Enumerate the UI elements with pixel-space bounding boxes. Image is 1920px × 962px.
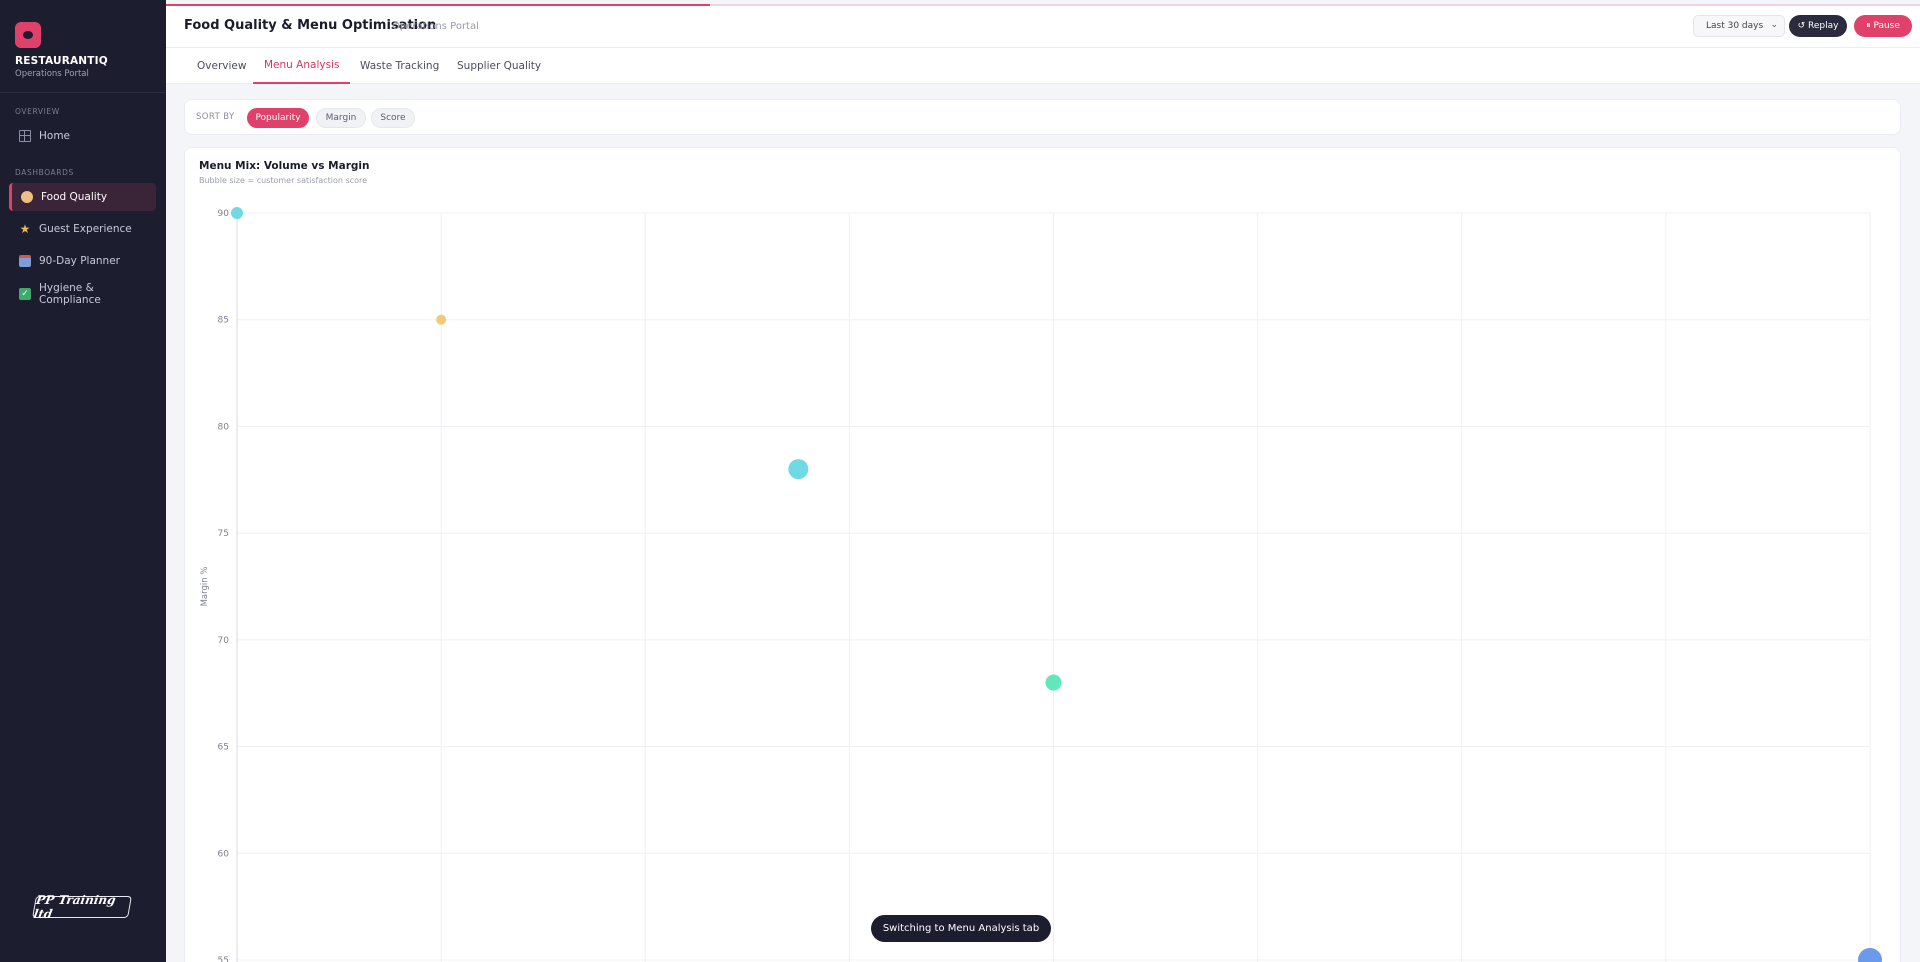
scatter-point (788, 459, 809, 480)
top-bar: Food Quality & Menu Optimisation Operati… (166, 6, 1920, 48)
sidebar-item-label: Home (39, 130, 71, 142)
date-range-select[interactable]: Last 30 days ⌄ (1693, 15, 1785, 37)
sort-score-button[interactable]: Score (371, 108, 415, 128)
sidebar: RESTAURANTIQ Operations Portal OVERVIEW … (0, 0, 166, 962)
sidebar-divider (0, 92, 166, 93)
pause-button[interactable]: ⏸ Pause (1854, 15, 1912, 37)
y-tick-label: 85 (218, 316, 229, 326)
sidebar-item-food-quality[interactable]: Food Quality (9, 183, 156, 211)
brand-name: RESTAURANTIQ (15, 55, 108, 67)
sidebar-item-hygiene-compliance[interactable]: ✓ Hygiene & Compliance (9, 280, 156, 308)
y-tick-label: 75 (218, 529, 229, 539)
y-tick-label: 65 (218, 743, 229, 753)
y-tick-label: 90 (218, 209, 230, 219)
sidebar-item-90-day-planner[interactable]: 90-Day Planner (9, 247, 156, 275)
bowl-icon (21, 191, 33, 203)
sort-margin-button[interactable]: Margin (316, 108, 366, 128)
page-subtitle: Operations Portal (392, 21, 479, 32)
y-tick-label: 55 (218, 956, 229, 962)
y-tick-label: 60 (218, 849, 230, 859)
footer-logo-text: PP Training ltd (32, 893, 117, 921)
tab-supplier-quality[interactable]: Supplier Quality (457, 48, 541, 84)
check-icon: ✓ (19, 288, 31, 300)
app-logo-icon[interactable] (15, 22, 41, 48)
toast-notification: Switching to Menu Analysis tab (871, 915, 1051, 942)
sort-popularity-button[interactable]: Popularity (247, 108, 309, 128)
sidebar-item-guest-experience[interactable]: ★ Guest Experience (9, 215, 156, 243)
scatter-point (1045, 674, 1062, 691)
replay-button[interactable]: ↺ Replay (1789, 15, 1847, 37)
scatter-point (436, 314, 447, 325)
date-range-value: Last 30 days (1706, 21, 1764, 31)
brand-subtitle: Operations Portal (15, 69, 89, 79)
sort-toolbar: SORT BY Popularity Margin Score (184, 99, 1901, 135)
tab-bar: Overview Menu Analysis Waste Tracking Su… (166, 48, 1920, 84)
scatter-point (231, 207, 243, 219)
calendar-icon (19, 255, 31, 267)
sort-label: SORT BY (196, 112, 235, 122)
y-axis-label: Margin % (200, 567, 210, 607)
footer-logo: PP Training ltd (32, 893, 132, 921)
tab-menu-analysis[interactable]: Menu Analysis (253, 48, 351, 84)
star-icon: ★ (19, 222, 31, 236)
tab-overview[interactable]: Overview (197, 48, 246, 84)
section-overview: OVERVIEW (15, 107, 60, 116)
sidebar-item-home[interactable]: Home (9, 122, 156, 150)
sidebar-item-label: Hygiene & Compliance (39, 282, 101, 306)
sidebar-item-label: Guest Experience (39, 223, 132, 235)
chevron-down-icon: ⌄ (1770, 20, 1778, 30)
tab-waste-tracking[interactable]: Waste Tracking (360, 48, 439, 84)
scatter-point (1858, 948, 1882, 962)
grid-icon (19, 130, 31, 142)
sidebar-item-label: Food Quality (41, 191, 108, 203)
scatter-chart: 90 85 80 75 70 65 60 55 Margin % (200, 207, 1882, 962)
menu-mix-chart-card: Menu Mix: Volume vs Margin Bubble size =… (184, 147, 1901, 962)
section-dashboards: DASHBOARDS (15, 168, 74, 177)
y-tick-label: 70 (218, 636, 230, 646)
sidebar-item-label: 90-Day Planner (39, 255, 120, 267)
y-tick-label: 80 (218, 422, 230, 432)
